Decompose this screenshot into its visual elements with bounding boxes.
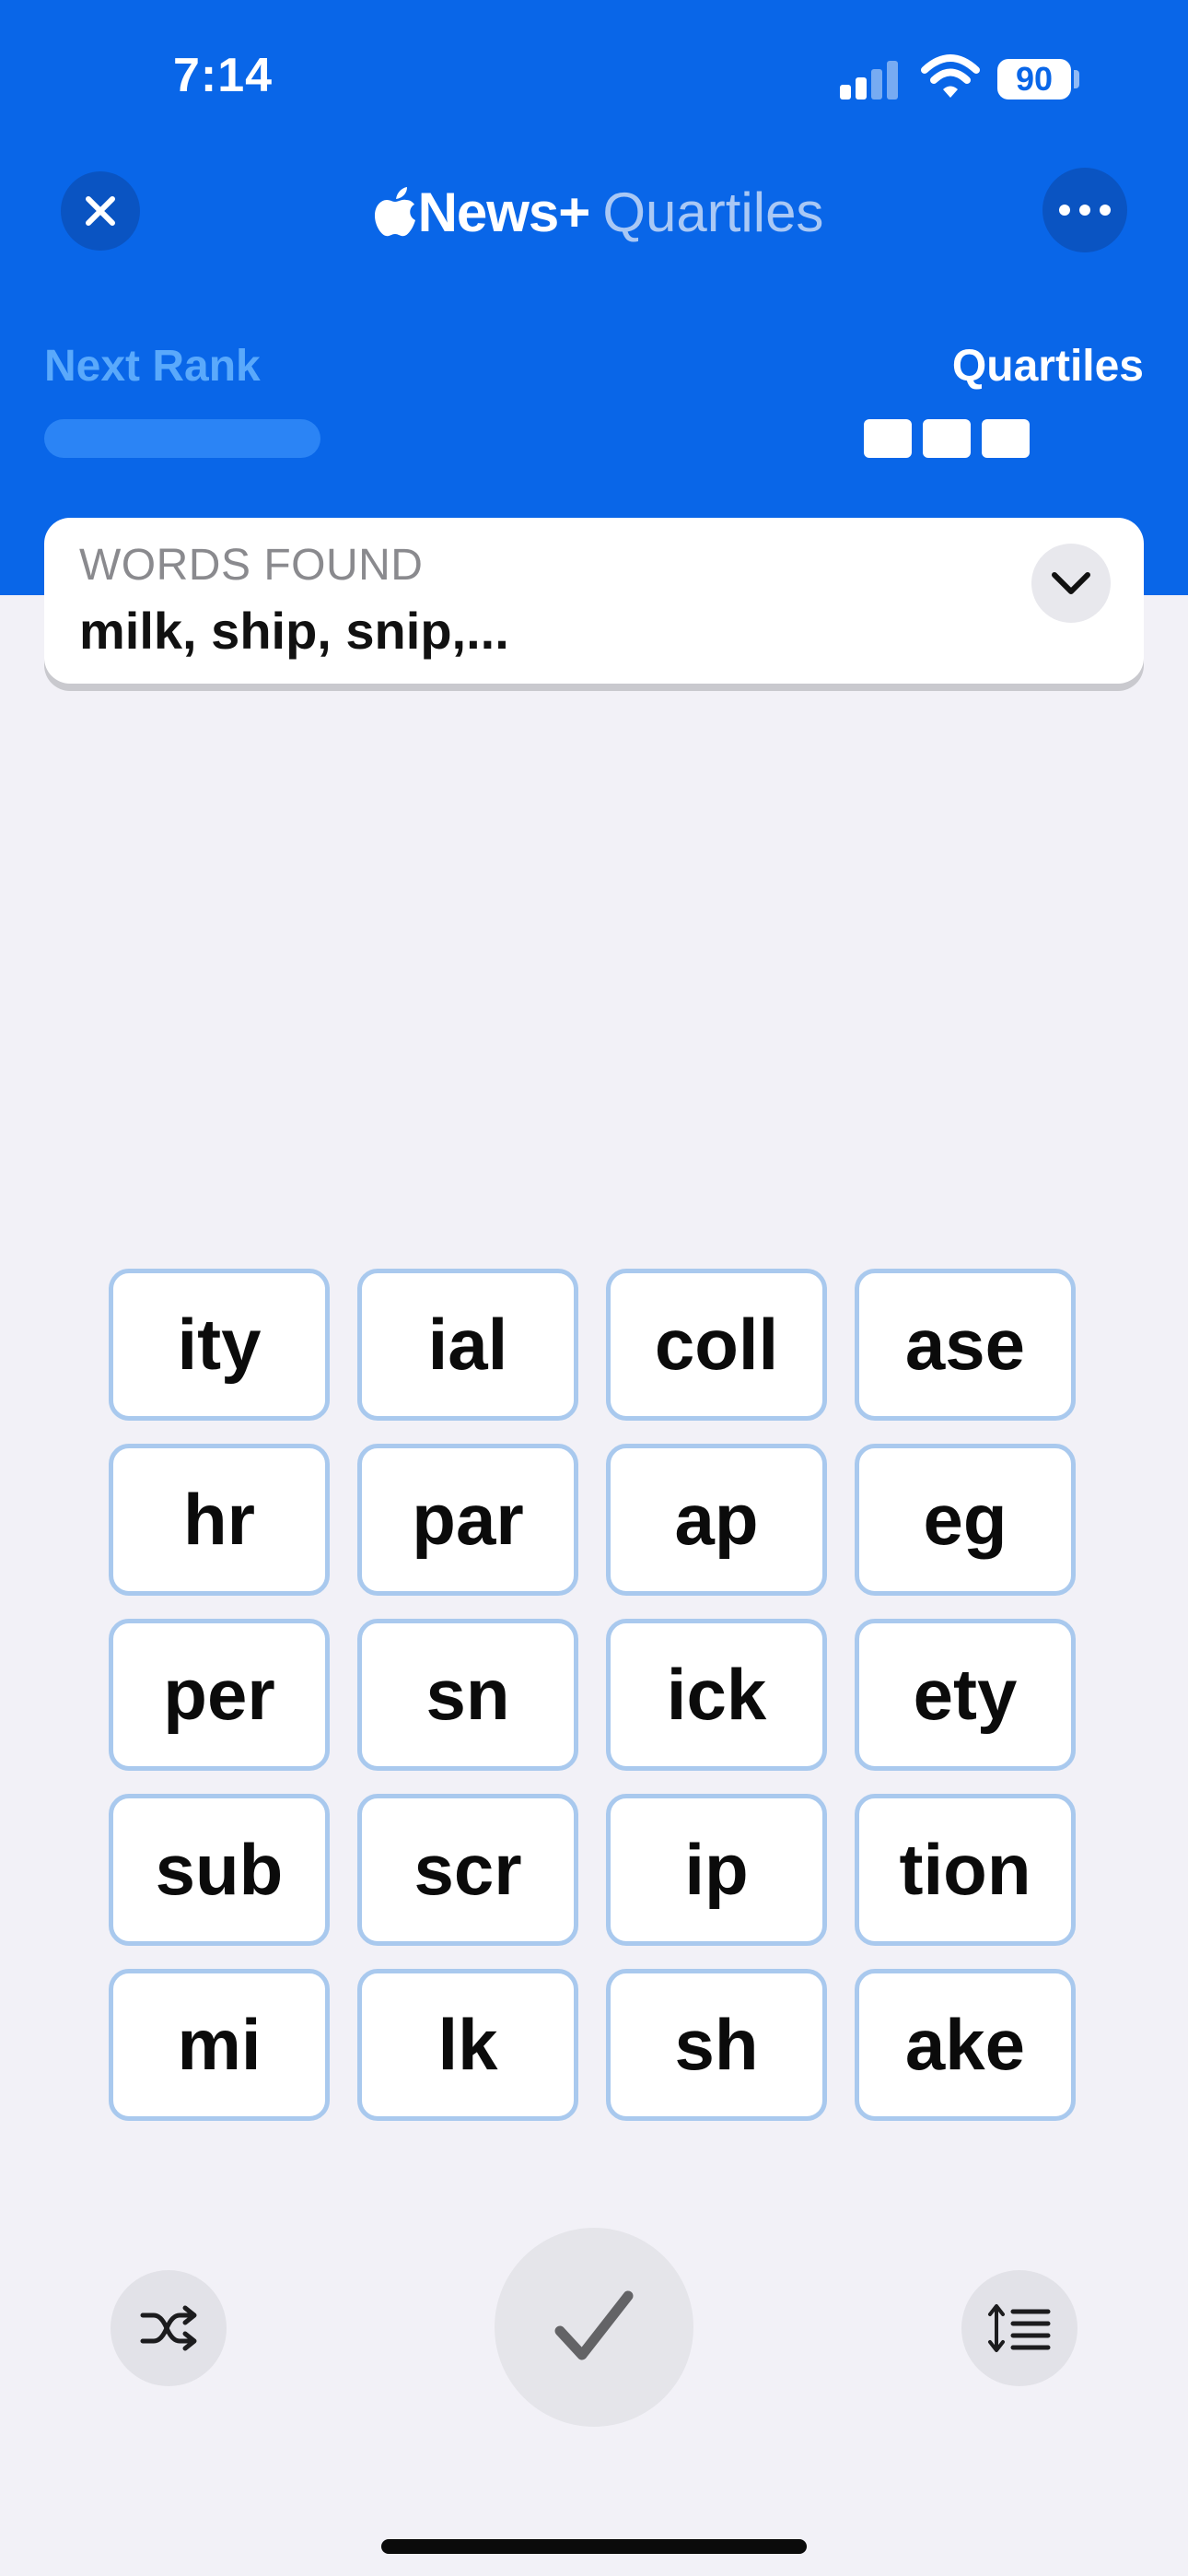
sort-list-icon bbox=[988, 2304, 1051, 2352]
brand-name: News+ bbox=[417, 181, 591, 243]
words-found-label: WORDS FOUND bbox=[79, 541, 424, 590]
tile[interactable]: per bbox=[109, 1619, 330, 1771]
close-button[interactable] bbox=[61, 171, 140, 251]
more-button[interactable] bbox=[1042, 168, 1127, 252]
tile[interactable]: lk bbox=[357, 1969, 578, 2121]
tile[interactable]: tion bbox=[855, 1794, 1076, 1946]
tile[interactable]: sub bbox=[109, 1794, 330, 1946]
battery-tip bbox=[1074, 70, 1079, 88]
quartile-slot bbox=[982, 419, 1030, 458]
tile[interactable]: ap bbox=[606, 1444, 827, 1596]
tile[interactable]: ity bbox=[109, 1269, 330, 1421]
words-found-list: milk, ship, snip,... bbox=[79, 602, 509, 660]
tile[interactable]: par bbox=[357, 1444, 578, 1596]
tile[interactable]: ip bbox=[606, 1794, 827, 1946]
close-icon bbox=[86, 196, 115, 226]
shuffle-button[interactable] bbox=[111, 2270, 227, 2386]
sort-button[interactable] bbox=[961, 2270, 1077, 2386]
tile[interactable]: hr bbox=[109, 1444, 330, 1596]
tile[interactable]: ety bbox=[855, 1619, 1076, 1771]
quartile-slot bbox=[864, 419, 912, 458]
submit-button[interactable] bbox=[495, 2228, 693, 2427]
checkmark-icon bbox=[554, 2290, 634, 2360]
chevron-down-icon bbox=[1052, 572, 1090, 594]
words-found-card[interactable]: WORDS FOUND milk, ship, snip,... bbox=[44, 518, 1144, 684]
tile[interactable]: sn bbox=[357, 1619, 578, 1771]
expand-words-button[interactable] bbox=[1031, 544, 1111, 623]
app-title: News+ Quartiles bbox=[350, 175, 847, 249]
tile[interactable]: ake bbox=[855, 1969, 1076, 2121]
apple-logo-icon bbox=[374, 187, 415, 237]
tile[interactable]: ick bbox=[606, 1619, 827, 1771]
quartiles-progress bbox=[864, 419, 1030, 458]
tile[interactable]: scr bbox=[357, 1794, 578, 1946]
tile[interactable]: ial bbox=[357, 1269, 578, 1421]
quartiles-label: Quartiles bbox=[951, 342, 1144, 391]
tile-grid: ity ial coll ase hr par ap eg per sn ick… bbox=[109, 1269, 1076, 2121]
tile[interactable]: eg bbox=[855, 1444, 1076, 1596]
game-title: Quartiles bbox=[602, 181, 824, 243]
status-time: 7:14 bbox=[173, 49, 274, 102]
tile[interactable]: sh bbox=[606, 1969, 827, 2121]
tile[interactable]: mi bbox=[109, 1969, 330, 2121]
battery-icon: 90 bbox=[997, 59, 1071, 100]
shuffle-icon bbox=[140, 2305, 197, 2351]
next-rank-progress-bar bbox=[44, 419, 320, 458]
next-rank-label: Next Rank bbox=[44, 342, 261, 391]
home-indicator bbox=[381, 2539, 807, 2554]
wifi-icon bbox=[921, 54, 980, 98]
quartile-slot bbox=[923, 419, 971, 458]
tile[interactable]: ase bbox=[855, 1269, 1076, 1421]
cellular-signal-icon bbox=[840, 59, 904, 100]
more-icon bbox=[1059, 205, 1111, 216]
tile[interactable]: coll bbox=[606, 1269, 827, 1421]
